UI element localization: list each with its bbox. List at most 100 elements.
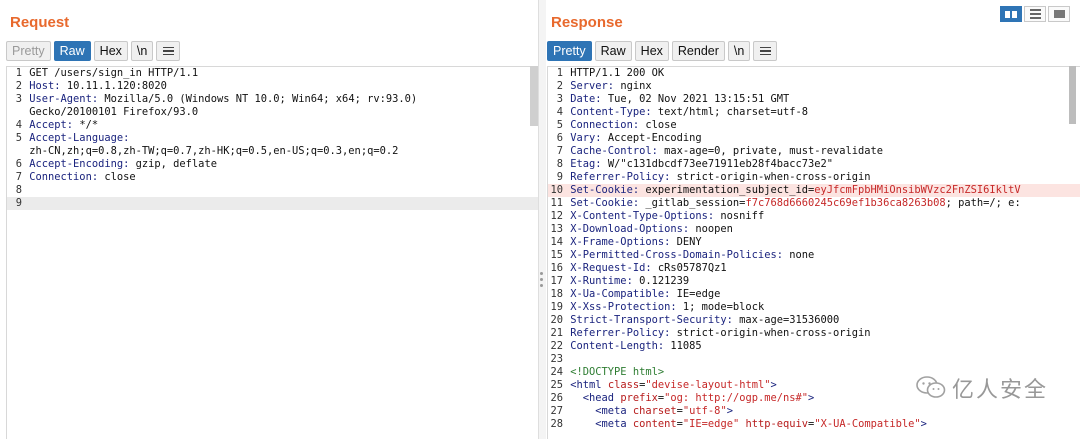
code-token: */* xyxy=(79,119,99,131)
response-code-line[interactable]: 6 Vary: Accept-Encoding xyxy=(548,132,1080,145)
code-token: noopen xyxy=(695,223,733,235)
response-code-line[interactable]: 23 xyxy=(548,353,1080,366)
response-code-line[interactable]: 27 <meta charset="utf-8"> xyxy=(548,405,1080,418)
line-number: 6 xyxy=(556,132,563,144)
code-token: http-equiv xyxy=(745,418,809,430)
hamburger-icon xyxy=(162,46,174,56)
response-code-line[interactable]: 13 X-Download-Options: noopen xyxy=(548,223,1080,236)
response-code-line[interactable]: 18 X-Ua-Compatible: IE=edge xyxy=(548,288,1080,301)
request-editor[interactable]: 1 GET /users/sign_in HTTP/1.1 2 Host: 10.… xyxy=(6,66,538,439)
line-number: 9 xyxy=(15,197,22,209)
response-tab-raw[interactable]: Raw xyxy=(594,41,632,61)
code-token: DENY xyxy=(676,236,702,248)
request-code-line[interactable]: 3 User-Agent: Mozilla/5.0 (Windows NT 10… xyxy=(7,93,538,106)
code-token: Set-Cookie: xyxy=(570,197,646,209)
line-number: 9 xyxy=(556,171,563,183)
code-token: HTTP/1.1 200 OK xyxy=(570,67,665,79)
line-number: 12 xyxy=(550,210,563,222)
response-code-line[interactable]: 20 Strict-Transport-Security: max-age=31… xyxy=(548,314,1080,327)
response-tab-newline[interactable]: \n xyxy=(727,41,751,61)
response-code-line[interactable]: 4 Content-Type: text/html; charset=utf-8 xyxy=(548,106,1080,119)
response-code-line[interactable]: 5 Connection: close xyxy=(548,119,1080,132)
response-code-line[interactable]: 19 X-Xss-Protection: 1; mode=block xyxy=(548,301,1080,314)
code-token: charset xyxy=(632,405,677,417)
code-token: Accept: xyxy=(29,119,80,131)
code-token: "devise-layout-html" xyxy=(645,379,771,391)
request-code-line[interactable]: zh-CN,zh;q=0.8,zh-TW;q=0.7,zh-HK;q=0.5,e… xyxy=(7,145,538,158)
code-token: none xyxy=(789,249,815,261)
request-code-line[interactable]: 2 Host: 10.11.1.120:8020 xyxy=(7,80,538,93)
request-code-line[interactable]: 4 Accept: */* xyxy=(7,119,538,132)
code-token: strict-origin-when-cross-origin xyxy=(676,327,871,339)
splitter-grip-icon[interactable] xyxy=(540,272,543,287)
code-token: max-age=0, private, must-revalidate xyxy=(664,145,884,157)
pane-splitter[interactable] xyxy=(538,0,546,439)
code-token: 0.121239 xyxy=(639,275,690,287)
response-code-line[interactable]: 9 Referrer-Policy: strict-origin-when-cr… xyxy=(548,171,1080,184)
line-number: 20 xyxy=(550,314,563,326)
line-number: 14 xyxy=(550,236,563,248)
request-code-line[interactable]: 1 GET /users/sign_in HTTP/1.1 xyxy=(7,67,538,80)
code-token: 11085 xyxy=(670,340,702,352)
request-menu-button[interactable] xyxy=(156,41,181,61)
layout-stacked-button[interactable] xyxy=(1024,6,1046,22)
response-code-line[interactable]: 3 Date: Tue, 02 Nov 2021 13:15:51 GMT xyxy=(548,93,1080,106)
code-token: Mozilla/5.0 (Windows NT 10.0; Win64; x64… xyxy=(104,93,418,105)
code-token: ; path=/; e: xyxy=(945,197,1021,209)
line-number: 4 xyxy=(556,106,563,118)
request-code-line[interactable]: 5 Accept-Language: xyxy=(7,132,538,145)
code-token: Content-Type: xyxy=(570,106,658,118)
response-code-line[interactable]: 28 <meta content="IE=edge" http-equiv="X… xyxy=(548,418,1080,431)
layout-single-button[interactable] xyxy=(1048,6,1070,22)
code-token: max-age=31536000 xyxy=(739,314,840,326)
line-number: 3 xyxy=(556,93,563,105)
code-token: Accept-Language: xyxy=(29,132,136,144)
response-code-line[interactable]: 10 Set-Cookie: experimentation_subject_i… xyxy=(548,184,1080,197)
request-title: Request xyxy=(10,14,70,31)
response-code-line[interactable]: 2 Server: nginx xyxy=(548,80,1080,93)
line-number: 5 xyxy=(556,119,563,131)
line-number: 3 xyxy=(15,93,22,105)
response-menu-button[interactable] xyxy=(753,41,778,61)
code-token: Referrer-Policy: xyxy=(570,327,677,339)
response-code-line[interactable]: 7 Cache-Control: max-age=0, private, mus… xyxy=(548,145,1080,158)
code-token: close xyxy=(104,171,136,183)
response-tab-hex[interactable]: Hex xyxy=(634,41,669,61)
line-number: 21 xyxy=(550,327,563,339)
code-token: <!DOCTYPE html> xyxy=(570,366,665,378)
line-number: 28 xyxy=(550,418,563,430)
code-token: content xyxy=(632,418,677,430)
request-code-line[interactable]: 7 Connection: close xyxy=(7,171,538,184)
request-tab-newline[interactable]: \n xyxy=(130,41,154,61)
response-code-line[interactable]: 11 Set-Cookie: _gitlab_session=f7c768d66… xyxy=(548,197,1080,210)
request-scrollbar[interactable] xyxy=(530,66,538,126)
response-code-line[interactable]: 21 Referrer-Policy: strict-origin-when-c… xyxy=(548,327,1080,340)
response-code-line[interactable]: 12 X-Content-Type-Options: nosniff xyxy=(548,210,1080,223)
request-tab-pretty[interactable]: Pretty xyxy=(6,41,51,61)
code-token: nosniff xyxy=(720,210,765,222)
request-code-line[interactable]: 8 xyxy=(7,184,538,197)
response-code-line[interactable]: 8 Etag: W/"c131dbcdf73ee71911eb28f4bacc7… xyxy=(548,158,1080,171)
line-number: 1 xyxy=(15,67,22,79)
response-tab-render[interactable]: Render xyxy=(671,41,725,61)
request-tab-hex[interactable]: Hex xyxy=(93,41,128,61)
response-scrollbar[interactable] xyxy=(1069,66,1076,124)
request-pane: Request Pretty Raw Hex \n 1 GET /users/s… xyxy=(0,0,538,439)
code-token: Etag: xyxy=(570,158,608,170)
response-code-line[interactable]: 22 Content-Length: 11085 xyxy=(548,340,1080,353)
line-number: 6 xyxy=(15,158,22,170)
response-code-line[interactable]: 16 X-Request-Id: cRs05787Qz1 xyxy=(548,262,1080,275)
request-code-line[interactable]: 9 xyxy=(7,197,538,210)
request-code-line[interactable]: 6 Accept-Encoding: gzip, deflate xyxy=(7,158,538,171)
request-code-line[interactable]: Gecko/20100101 Firefox/93.0 xyxy=(7,106,538,119)
response-code-line[interactable]: 17 X-Runtime: 0.121239 xyxy=(548,275,1080,288)
response-tab-pretty[interactable]: Pretty xyxy=(547,41,592,61)
code-token: Server: xyxy=(570,80,621,92)
request-tab-raw[interactable]: Raw xyxy=(53,41,91,61)
response-code-line[interactable]: 15 X-Permitted-Cross-Domain-Policies: no… xyxy=(548,249,1080,262)
response-code-line[interactable]: 14 X-Frame-Options: DENY xyxy=(548,236,1080,249)
response-code-line[interactable]: 1 HTTP/1.1 200 OK xyxy=(548,67,1080,80)
layout-side-by-side-button[interactable] xyxy=(1000,6,1022,22)
